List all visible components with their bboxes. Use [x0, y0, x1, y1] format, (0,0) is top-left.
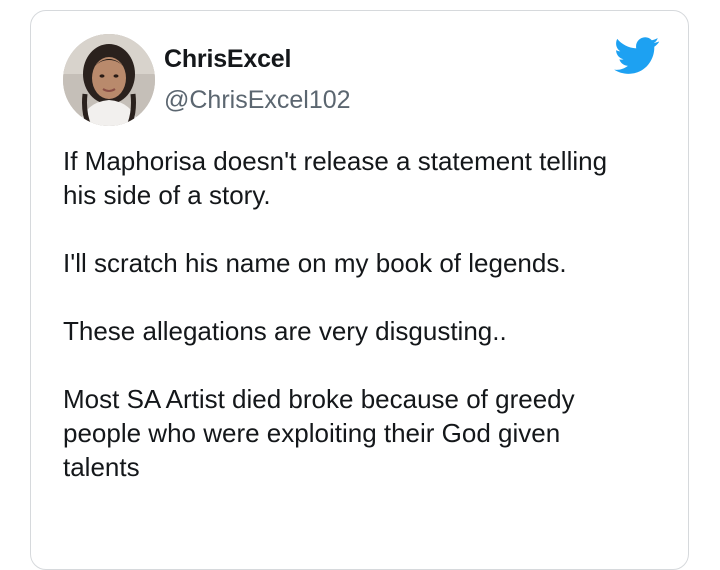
tweet-paragraph: These allegations are very disgusting.. [63, 314, 673, 348]
tweet-line: his side of a story. [63, 180, 271, 210]
tweet-line: These allegations are very disgusting.. [63, 316, 507, 346]
tweet-line: If Maphorisa doesn't release a statement… [63, 146, 608, 176]
screenshot-page: ChrisExcel @ChrisExcel102 If Maphorisa d… [0, 0, 720, 570]
tweet-paragraph: If Maphorisa doesn't release a statement… [63, 144, 673, 212]
tweet-line: Most SA Artist died broke because of gre… [63, 384, 575, 414]
tweet-line: people who were exploiting their God giv… [63, 418, 561, 448]
twitter-logo-icon [614, 37, 660, 74]
author-handle[interactable]: @ChrisExcel102 [164, 86, 351, 115]
tweet-line: I'll scratch his name on my book of lege… [63, 248, 567, 278]
author-display-name[interactable]: ChrisExcel [164, 45, 291, 74]
avatar[interactable] [63, 34, 155, 126]
avatar-photo-icon [63, 34, 155, 126]
tweet-line: talents [63, 452, 140, 482]
tweet-paragraph: Most SA Artist died broke because of gre… [63, 382, 673, 484]
tweet-text: If Maphorisa doesn't release a statement… [63, 144, 673, 518]
tweet-card[interactable]: ChrisExcel @ChrisExcel102 If Maphorisa d… [30, 10, 689, 570]
twitter-bird-icon[interactable] [614, 37, 660, 75]
tweet-paragraph: I'll scratch his name on my book of lege… [63, 246, 673, 280]
